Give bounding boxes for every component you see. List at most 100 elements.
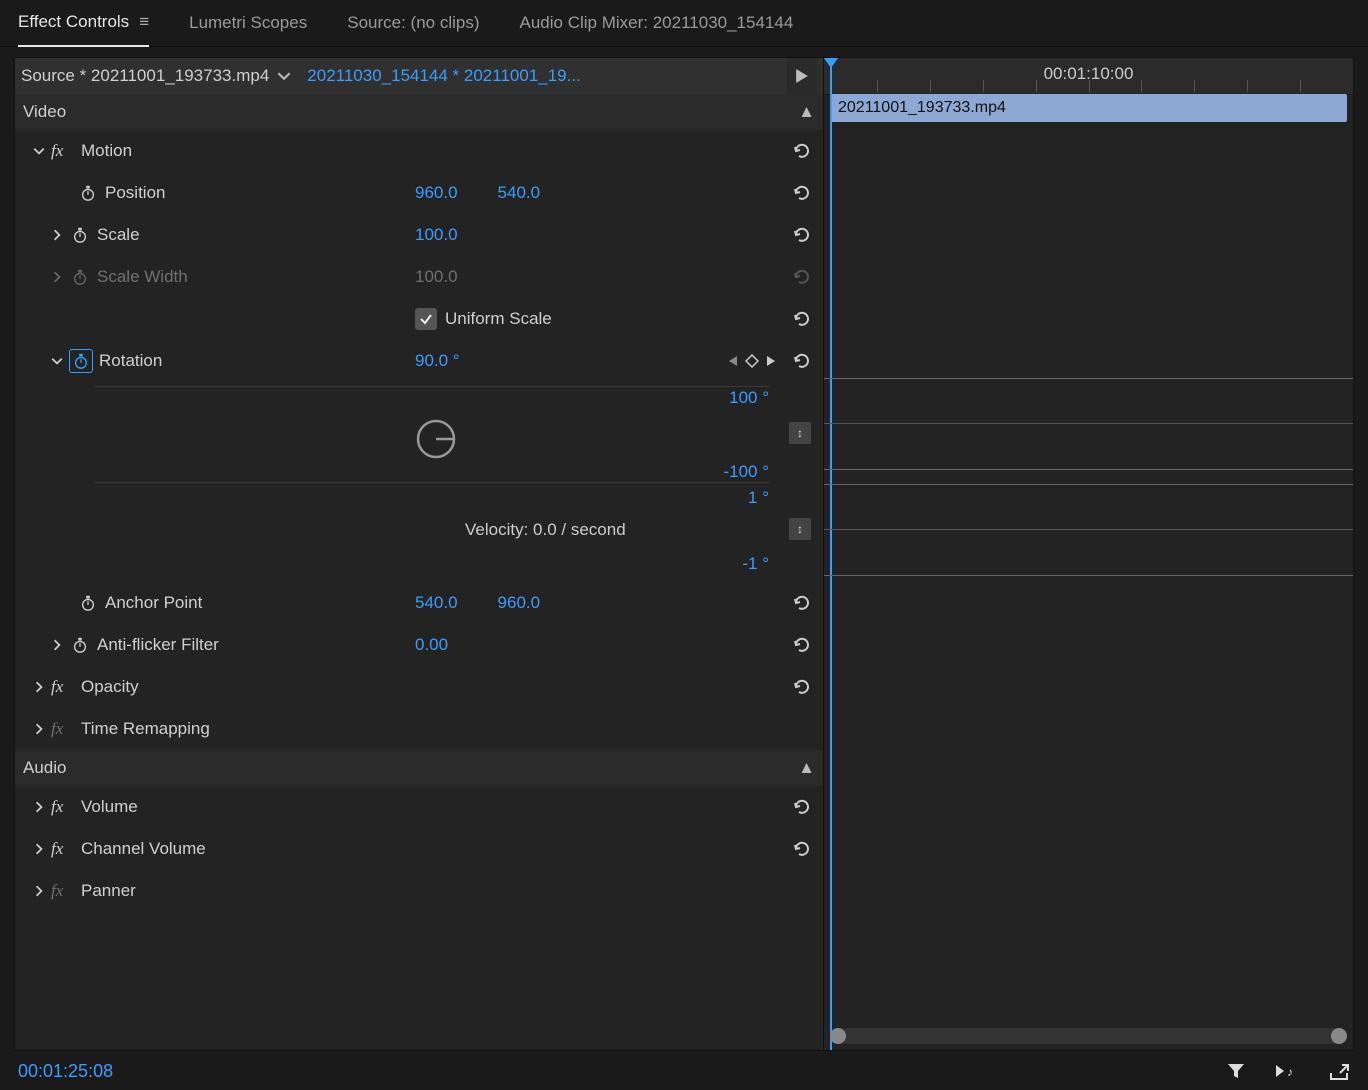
add-keyframe-icon[interactable] <box>745 354 759 368</box>
reset-icon[interactable] <box>787 672 817 702</box>
antiflicker-value[interactable]: 0.00 <box>415 635 448 655</box>
stopwatch-active-icon[interactable] <box>69 349 93 373</box>
prev-keyframe-icon[interactable] <box>727 354 739 368</box>
rotation-value-graph[interactable] <box>824 378 1353 470</box>
fx-badge-icon[interactable]: fx <box>51 677 75 697</box>
property-label: Anchor Point <box>105 593 202 613</box>
rotation-dial[interactable] <box>415 418 457 460</box>
fx-badge-icon[interactable]: fx <box>51 881 75 901</box>
position-x-value[interactable]: 960.0 <box>415 183 458 203</box>
stopwatch-icon[interactable] <box>77 182 99 204</box>
tab-label: Audio Clip Mixer: 20211030_154144 <box>520 13 794 33</box>
rotation-value[interactable]: 90.0 ° <box>415 351 460 371</box>
next-keyframe-icon[interactable] <box>765 354 777 368</box>
effect-channel-volume[interactable]: fx Channel Volume <box>15 828 823 870</box>
chevron-down-icon[interactable] <box>277 69 291 83</box>
chevron-right-icon[interactable] <box>51 229 69 241</box>
reset-icon[interactable] <box>787 220 817 250</box>
scale-value[interactable]: 100.0 <box>415 225 458 245</box>
clip-bar[interactable]: 20211001_193733.mp4 <box>830 94 1347 122</box>
reset-icon[interactable] <box>787 792 817 822</box>
timeline-body[interactable] <box>824 122 1353 1020</box>
reset-icon[interactable] <box>787 834 817 864</box>
zoom-handle-right[interactable] <box>1331 1028 1347 1044</box>
reset-icon[interactable] <box>787 588 817 618</box>
reset-icon[interactable] <box>787 630 817 660</box>
property-anchor-point: Anchor Point 540.0 960.0 <box>15 582 823 624</box>
sequence-clip-label[interactable]: 20211030_154144 * 20211001_19... <box>307 66 781 86</box>
rotation-range-min[interactable]: -100 ° <box>723 462 769 482</box>
stopwatch-icon[interactable] <box>77 592 99 614</box>
effect-volume[interactable]: fx Volume <box>15 786 823 828</box>
audio-section-header[interactable]: Audio ▲ <box>15 750 823 786</box>
property-label: Scale Width <box>97 267 188 287</box>
tab-label: Effect Controls <box>18 12 129 32</box>
chevron-right-icon[interactable] <box>33 843 51 855</box>
rotation-velocity-graph[interactable] <box>824 484 1353 576</box>
stopwatch-icon[interactable] <box>69 634 91 656</box>
timeline-panel: 00:01:10:00 20211001_193733.mp4 <box>824 57 1354 1051</box>
rotation-range-max[interactable]: 100 ° <box>729 388 769 408</box>
video-section-header[interactable]: Video ▲ <box>15 94 823 130</box>
effect-label: Channel Volume <box>81 839 206 859</box>
property-label: Scale <box>97 225 140 245</box>
chevron-right-icon[interactable] <box>33 885 51 897</box>
chevron-down-icon[interactable] <box>33 145 51 157</box>
collapse-up-icon[interactable]: ▲ <box>798 758 815 778</box>
effect-panner[interactable]: fx Panner <box>15 870 823 912</box>
source-clip-label[interactable]: Source * 20211001_193733.mp4 <box>21 66 269 86</box>
reset-icon[interactable] <box>787 178 817 208</box>
rotation-graph-area: 100 ° ↕ -100 ° 1 ° Velocity: 0.0 / secon… <box>15 382 823 582</box>
effect-label: Time Remapping <box>81 719 210 739</box>
velocity-range-min[interactable]: -1 ° <box>742 554 769 574</box>
effect-label: Motion <box>81 141 132 161</box>
property-scale: Scale 100.0 <box>15 214 823 256</box>
time-ruler[interactable]: 00:01:10:00 <box>824 58 1353 95</box>
anchor-y-value[interactable]: 960.0 <box>498 593 541 613</box>
zoom-handle-left[interactable] <box>830 1028 846 1044</box>
export-icon[interactable] <box>1328 1061 1350 1081</box>
reset-icon[interactable] <box>787 304 817 334</box>
reset-icon[interactable] <box>787 346 817 376</box>
fx-badge-icon[interactable]: fx <box>51 141 75 161</box>
position-y-value[interactable]: 540.0 <box>498 183 541 203</box>
property-uniform-scale: Uniform Scale <box>15 298 823 340</box>
effect-time-remapping[interactable]: fx Time Remapping <box>15 708 823 750</box>
tab-lumetri-scopes[interactable]: Lumetri Scopes <box>189 0 307 46</box>
tab-audio-mixer[interactable]: Audio Clip Mixer: 20211030_154144 <box>520 0 794 46</box>
fx-badge-icon[interactable]: fx <box>51 719 75 739</box>
timeline-zoom-scrollbar[interactable] <box>830 1028 1347 1044</box>
play-audio-icon[interactable]: ♪ <box>1274 1061 1300 1081</box>
property-label: Anti-flicker Filter <box>97 635 219 655</box>
effect-motion[interactable]: fx Motion <box>15 130 823 172</box>
current-timecode[interactable]: 00:01:25:08 <box>18 1061 113 1082</box>
panel-menu-icon[interactable]: ≡ <box>139 12 149 32</box>
value-graph-toggle-icon[interactable]: ↕ <box>789 422 811 444</box>
chevron-down-icon[interactable] <box>51 355 69 367</box>
fx-badge-icon[interactable]: fx <box>51 797 75 817</box>
uniform-scale-checkbox[interactable] <box>415 308 437 330</box>
fx-badge-icon[interactable]: fx <box>51 839 75 859</box>
filter-icon[interactable] <box>1226 1061 1246 1081</box>
play-only-icon[interactable] <box>787 58 817 94</box>
effect-opacity[interactable]: fx Opacity <box>15 666 823 708</box>
effect-label: Volume <box>81 797 138 817</box>
collapse-up-icon[interactable]: ▲ <box>798 102 815 122</box>
tab-effect-controls[interactable]: Effect Controls ≡ <box>18 0 149 47</box>
tab-label: Lumetri Scopes <box>189 13 307 33</box>
keyframe-nav <box>727 354 777 368</box>
chevron-right-icon[interactable] <box>33 723 51 735</box>
reset-icon[interactable] <box>787 136 817 166</box>
tab-source[interactable]: Source: (no clips) <box>347 0 479 46</box>
stopwatch-icon[interactable] <box>69 224 91 246</box>
chevron-right-icon[interactable] <box>51 639 69 651</box>
velocity-graph-toggle-icon[interactable]: ↕ <box>789 518 811 540</box>
velocity-range-max[interactable]: 1 ° <box>748 488 769 508</box>
section-label: Video <box>23 102 66 122</box>
anchor-x-value[interactable]: 540.0 <box>415 593 458 613</box>
clip-name-label: 20211001_193733.mp4 <box>838 99 1006 117</box>
chevron-right-icon[interactable] <box>33 801 51 813</box>
content-area: Source * 20211001_193733.mp4 20211030_15… <box>0 47 1368 1051</box>
chevron-right-icon <box>51 271 69 283</box>
chevron-right-icon[interactable] <box>33 681 51 693</box>
